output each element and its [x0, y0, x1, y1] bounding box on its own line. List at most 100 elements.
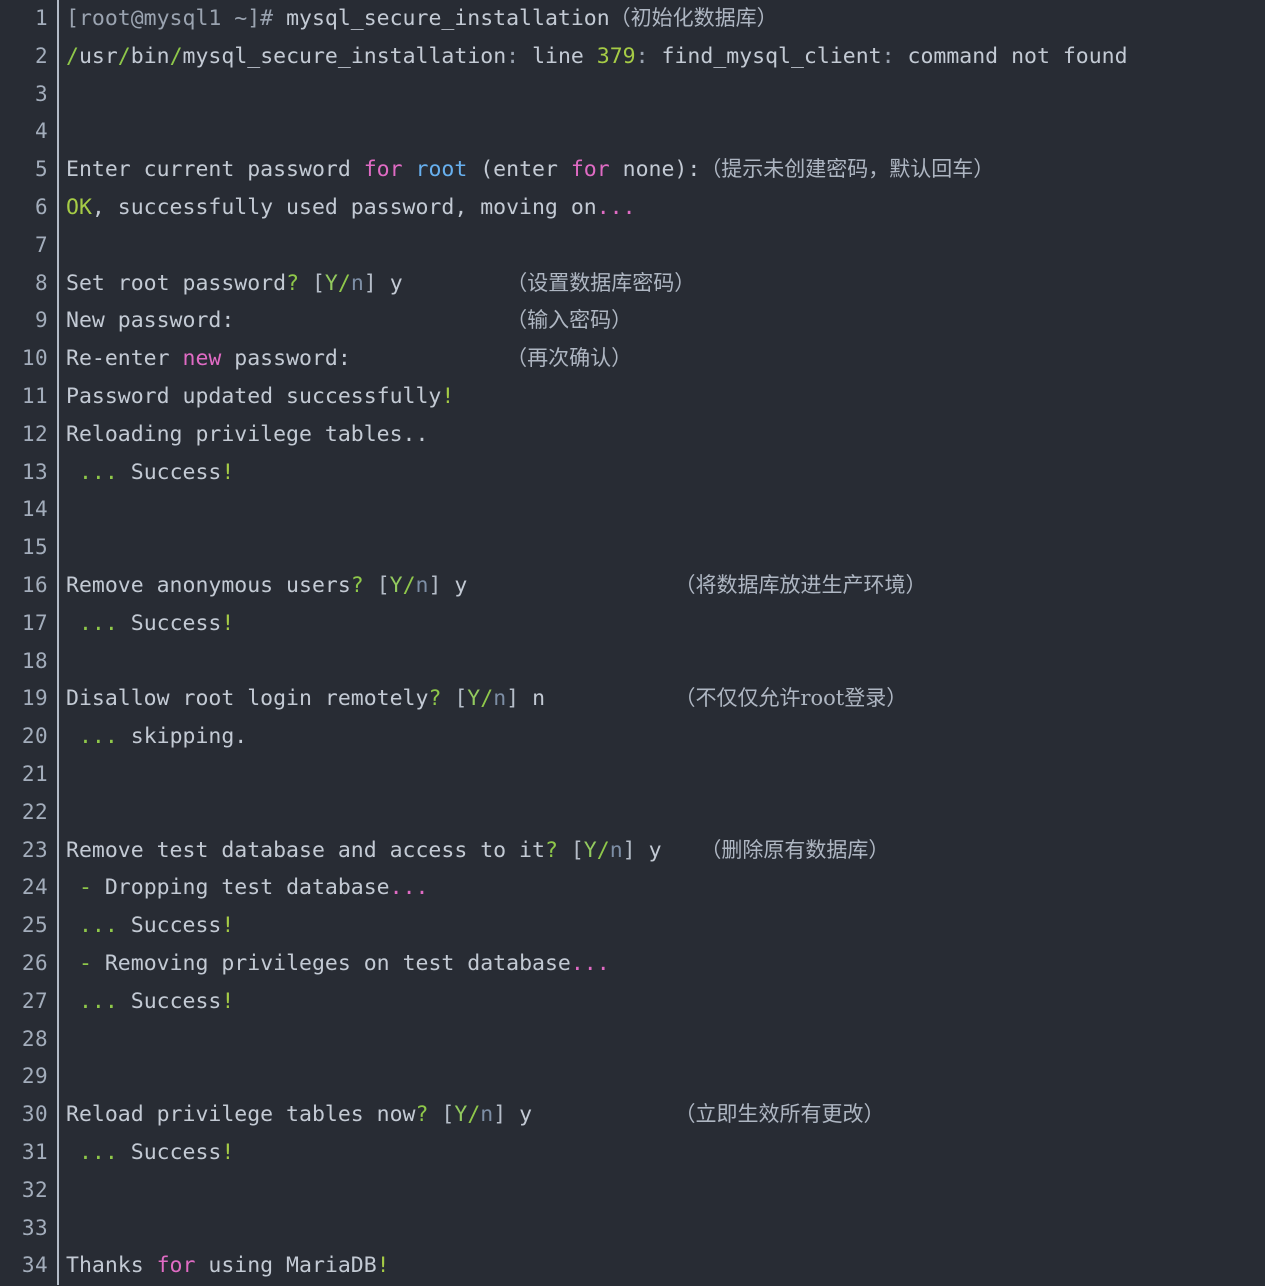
keyword-root: root [415, 157, 468, 183]
code-line: 25 ... Success! [0, 907, 1265, 945]
line-number: 10 [21, 346, 48, 371]
code-line: 10 Re-enter new password: （再次确认） [0, 340, 1265, 378]
removing-privileges-text: Removing privileges on test database [104, 950, 571, 976]
exclamation: ! [221, 610, 235, 636]
line-number: 26 [21, 950, 48, 975]
gutter-divider [48, 982, 66, 1021]
code-line: 8 Set root password? [Y/n] y （设置数据库密码） [0, 264, 1265, 303]
choice-no: n [480, 1102, 494, 1128]
slash: / [402, 572, 416, 598]
question-mark: ? [415, 1102, 429, 1128]
code-line: 18 [0, 642, 1265, 681]
line-number: 30 [21, 1102, 48, 1127]
error-line-label: line [532, 43, 584, 69]
code-line: 19 Disallow root login remotely? [Y/n] n… [0, 680, 1265, 718]
code-line: 4 [0, 113, 1265, 151]
bracket-open: [ [570, 837, 584, 863]
line-content: Remove test database and access to it? [… [66, 832, 1265, 870]
bracket-open: [ [311, 270, 325, 296]
line-number: 14 [21, 497, 48, 522]
code-line: 11 Password updated successfully! [0, 377, 1265, 416]
error-message: command not found [907, 43, 1128, 69]
line-content: Thanks for using MariaDB! [66, 1247, 1265, 1285]
gutter-divider [48, 37, 66, 76]
gutter-divider [48, 1133, 66, 1172]
line-number: 3 [34, 81, 48, 106]
gutter-divider [48, 944, 66, 983]
bracket-open: [ [441, 1102, 455, 1128]
exclamation: ! [221, 1139, 235, 1165]
code-line: 27 ... Success! [0, 982, 1265, 1021]
line-number: 5 [34, 157, 48, 182]
gutter-divider [48, 377, 66, 416]
line-number: 15 [21, 535, 48, 560]
gutter-divider [48, 415, 66, 454]
annotation-text: （设置数据库密码） [506, 270, 696, 295]
line-number: 33 [21, 1215, 48, 1240]
line-number: 13 [21, 459, 48, 484]
answer-input: y [519, 1102, 533, 1128]
annotation-text: （将数据库放进生产环境） [674, 572, 927, 597]
choice-yes: Y [389, 572, 403, 598]
choice-no: n [350, 270, 364, 296]
line-number: 19 [21, 686, 48, 711]
gutter-divider [48, 0, 66, 38]
choice-yes: Y [324, 270, 338, 296]
line-number: 17 [21, 610, 48, 635]
gutter-divider [48, 1058, 66, 1096]
ellipsis: ... [78, 988, 118, 1014]
terminal-code-block: 1 [root@mysql1 ~]# mysql_secure_installa… [0, 0, 1265, 1286]
bracket-close: ] [622, 837, 636, 863]
line-content: ... Success! [66, 605, 1265, 643]
path-slash: / [117, 43, 131, 69]
question-mark: ? [350, 572, 364, 598]
code-line: 5 Enter current password for root (enter… [0, 151, 1265, 189]
set-root-password-text: Set root password [66, 270, 287, 296]
line-number: 34 [21, 1253, 48, 1278]
choice-yes: Y [454, 1102, 468, 1128]
ellipsis: ... [596, 194, 636, 220]
line-number: 23 [21, 837, 48, 862]
gutter-divider [48, 718, 66, 756]
remove-anonymous-text: Remove anonymous users [66, 572, 351, 598]
line-number: 18 [21, 648, 48, 673]
path-segment-usr: usr [78, 43, 118, 69]
line-number: 31 [21, 1139, 48, 1164]
annotation-text: （不仅仅允许root登录） [674, 686, 908, 711]
gutter-divider [48, 151, 66, 189]
gutter-divider [48, 1171, 66, 1210]
dash-bullet: - [78, 950, 92, 976]
answer-input: y [648, 837, 662, 863]
space-1 [403, 157, 416, 182]
code-line: 13 ... Success! [0, 453, 1265, 492]
path-slash: / [169, 43, 183, 69]
gutter-divider [48, 453, 66, 492]
annotation-text: （删除原有数据库） [700, 837, 890, 862]
ok-rest: , successfully used password, moving on [91, 194, 597, 220]
colon-1: : [506, 43, 520, 69]
line-number: 1 [34, 6, 48, 30]
success-word: Success [130, 459, 222, 485]
line-number: 22 [21, 799, 48, 824]
exclamation: ! [221, 988, 235, 1014]
reenter-prefix: Re-enter [66, 346, 183, 372]
gutter-divider [48, 264, 66, 303]
code-line: 6 OK, successfully used password, moving… [0, 188, 1265, 227]
ok-token: OK [66, 194, 92, 220]
gutter-divider [48, 188, 66, 227]
exclamation: ! [441, 383, 455, 409]
line-number: 27 [21, 988, 48, 1013]
gutter-divider [48, 604, 66, 643]
colon-2: : [635, 43, 649, 69]
code-line: 29 [0, 1058, 1265, 1096]
line-number: 7 [34, 232, 48, 257]
line-content: New password: （输入密码） [66, 302, 1265, 340]
code-line: 14 [0, 491, 1265, 529]
line-number: 21 [21, 761, 48, 786]
reenter-suffix: password: [221, 346, 351, 372]
code-line: 16 Remove anonymous users? [Y/n] y （将数据库… [0, 566, 1265, 605]
line-number: 2 [34, 43, 48, 68]
gutter-divider [48, 1247, 66, 1285]
bracket-close: ] [506, 686, 520, 712]
gutter-divider [48, 831, 66, 870]
